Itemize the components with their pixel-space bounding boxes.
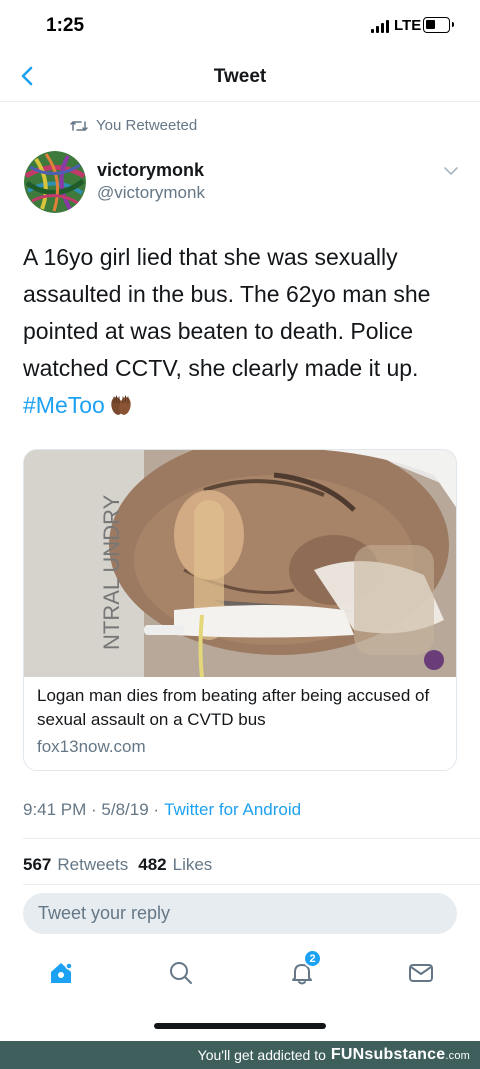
tab-search[interactable] [164, 956, 198, 990]
signal-bars-icon [371, 20, 389, 33]
tab-home[interactable] [44, 956, 78, 990]
tweet-text-line: watched CCTV, she clearly made it up. [23, 355, 419, 381]
home-indicator[interactable] [154, 1023, 326, 1029]
reply-input[interactable] [23, 893, 457, 934]
photo-text: NTRAL UNDRY [99, 494, 124, 650]
tweet-source-link[interactable]: Twitter for Android [164, 800, 301, 820]
likes-count[interactable]: 482 [138, 855, 166, 875]
page-title: Tweet [213, 66, 267, 87]
author-name[interactable]: victorymonk [97, 160, 204, 181]
author-handle[interactable]: @victorymonk [97, 183, 205, 203]
tweet-text-line: pointed at was beaten to death. Police [23, 318, 414, 344]
retweets-count[interactable]: 567 [23, 855, 51, 875]
avatar[interactable] [24, 151, 86, 213]
watermark-brand: FUNsubstance.com [331, 1046, 470, 1064]
retweet-label: You Retweeted [96, 117, 198, 134]
retweet-icon [70, 120, 88, 131]
retweet-context: You Retweeted [70, 117, 197, 134]
tab-notifications[interactable]: 2 [285, 949, 322, 990]
tweet-text: A 16yo girl lied that she was sexually a… [23, 239, 463, 424]
tab-bar: 2 [0, 948, 480, 998]
notifications-badge: 2 [303, 949, 322, 968]
link-preview-card[interactable]: NTRAL UNDRY Logan man dies from beating … [23, 449, 457, 771]
watermark-brand-name: FUNsubstance [330, 1046, 446, 1063]
hashtag-link[interactable]: #MeToo [23, 392, 105, 418]
article-photo: NTRAL UNDRY [24, 450, 456, 677]
watermark-text: You'll get addicted to [197, 1047, 326, 1063]
retweets-label[interactable]: Retweets [57, 855, 128, 875]
status-bar: 1:25 LTE [0, 0, 480, 52]
watermark-brand-suffix: .com [445, 1050, 470, 1062]
network-type: LTE [394, 17, 422, 34]
tweet-text-line: #MeToo [23, 387, 463, 424]
card-domain: fox13now.com [37, 737, 146, 756]
divider [23, 838, 480, 839]
card-title: Logan man dies from beating after being … [37, 686, 430, 729]
divider [23, 884, 480, 885]
messages-icon [409, 964, 433, 982]
tweet-meta: 9:41 PM · 5/8/19 · Twitter for Android [23, 800, 301, 820]
battery-icon [423, 17, 454, 33]
tweet-timestamp: 9:41 PM · 5/8/19 · [23, 800, 160, 819]
reply-box[interactable] [23, 893, 457, 934]
tab-messages[interactable] [404, 956, 438, 990]
watermark-bar: You'll get addicted to FUNsubstance.com [0, 1041, 480, 1069]
tweet-text-line: A 16yo girl lied that she was sexually [23, 244, 398, 270]
chevron-down-icon[interactable] [443, 165, 459, 177]
rubber-band-ball-avatar [24, 151, 86, 213]
likes-label[interactable]: Likes [173, 855, 213, 875]
tweet-text-line: assaulted in the bus. The 62yo man she [23, 281, 431, 307]
nav-bar: Tweet [0, 52, 480, 102]
raised-hands-emoji-icon [111, 395, 131, 415]
home-icon [51, 962, 73, 983]
status-time: 1:25 [46, 15, 85, 36]
search-icon [170, 962, 192, 984]
engagement-stats: 567 Retweets 482 Likes [23, 855, 212, 875]
